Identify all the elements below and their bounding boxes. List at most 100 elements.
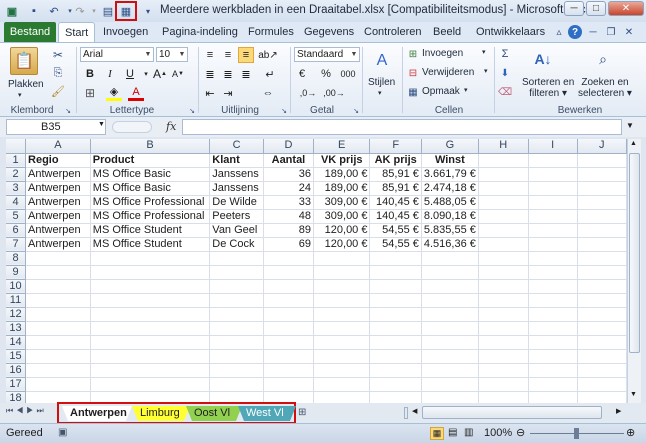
cell[interactable]: [25, 251, 91, 266]
column-header[interactable]: H: [478, 139, 529, 154]
cell[interactable]: [209, 363, 264, 378]
tab-file[interactable]: Bestand: [4, 22, 56, 42]
row-header[interactable]: 9: [6, 265, 27, 280]
cell[interactable]: [528, 391, 578, 403]
formula-input[interactable]: [182, 119, 622, 135]
page-break-view-icon[interactable]: ▥: [464, 427, 473, 438]
cell[interactable]: [528, 377, 578, 392]
cell[interactable]: [25, 363, 91, 378]
cell[interactable]: [528, 293, 578, 308]
cell[interactable]: [90, 265, 211, 280]
cell[interactable]: [528, 279, 578, 294]
cell[interactable]: [478, 377, 529, 392]
row-header[interactable]: 13: [6, 321, 27, 336]
name-box-dropdown-icon[interactable]: ▼: [98, 121, 105, 128]
undo-icon[interactable]: ↶: [46, 3, 62, 19]
row-header[interactable]: 3: [6, 181, 27, 196]
cell[interactable]: [209, 293, 264, 308]
new-sheet-icon[interactable]: ⊞: [298, 407, 306, 418]
cell[interactable]: [577, 279, 627, 294]
cell[interactable]: [577, 153, 627, 168]
cell[interactable]: [577, 363, 627, 378]
cell[interactable]: [263, 251, 314, 266]
cell[interactable]: [421, 307, 479, 322]
cell[interactable]: [478, 321, 529, 336]
insert-cells-button[interactable]: Invoegen: [422, 48, 463, 59]
borders-icon[interactable]: ⊞: [82, 85, 98, 101]
doc-minimize-icon[interactable]: ─: [586, 25, 600, 39]
cell[interactable]: [90, 335, 211, 350]
cell[interactable]: Antwerpen: [25, 237, 91, 252]
cell[interactable]: [577, 377, 627, 392]
cell[interactable]: 189,00 €: [313, 181, 371, 196]
cell[interactable]: 309,00 €: [313, 209, 371, 224]
find-select-button[interactable]: Zoeken en selecteren ▾: [578, 77, 632, 99]
name-box[interactable]: B35: [6, 119, 106, 135]
cell[interactable]: [478, 265, 529, 280]
cell[interactable]: [313, 279, 371, 294]
cell[interactable]: 24: [263, 181, 314, 196]
cell[interactable]: [528, 237, 578, 252]
cell[interactable]: [478, 181, 529, 196]
thousands-button[interactable]: 000: [338, 66, 358, 82]
decrease-indent-icon[interactable]: ⇤: [202, 85, 218, 101]
chevron-down-icon[interactable]: ▾: [484, 67, 488, 75]
styles-button[interactable]: Stijlen: [368, 77, 395, 88]
cell[interactable]: Antwerpen: [25, 209, 91, 224]
cell[interactable]: [313, 321, 371, 336]
zoom-slider-thumb[interactable]: [574, 428, 579, 439]
cell[interactable]: [528, 321, 578, 336]
cell[interactable]: [90, 377, 211, 392]
currency-button[interactable]: €: [294, 66, 310, 82]
row-header[interactable]: 1: [6, 153, 27, 168]
cell[interactable]: [577, 293, 627, 308]
cell[interactable]: Antwerpen: [25, 195, 91, 210]
chevron-down-icon[interactable]: ▾: [464, 86, 468, 94]
insert-function-button[interactable]: fx: [166, 120, 176, 133]
cell[interactable]: [313, 293, 371, 308]
column-header[interactable]: B: [90, 139, 211, 154]
cell[interactable]: [90, 251, 211, 266]
worksheet-grid[interactable]: ABCDEFGHIJ 1 Regio Product Klant Aantal VK pr…: [6, 139, 627, 403]
cell[interactable]: [478, 293, 529, 308]
cell[interactable]: MS Office Professional: [90, 209, 211, 224]
cell[interactable]: [369, 293, 422, 308]
tab-data[interactable]: Gegevens: [298, 22, 360, 42]
italic-button[interactable]: I: [102, 66, 118, 82]
row-header[interactable]: 11: [6, 293, 27, 308]
column-header[interactable]: J: [577, 139, 627, 154]
cell[interactable]: [25, 307, 91, 322]
font-size-select[interactable]: 10 ▼: [156, 47, 188, 62]
cell[interactable]: [313, 265, 371, 280]
normal-view-icon[interactable]: ▦: [430, 427, 444, 440]
cell[interactable]: [263, 321, 314, 336]
cell[interactable]: [313, 307, 371, 322]
row-header[interactable]: 14: [6, 335, 27, 350]
vertical-scroll-thumb[interactable]: [629, 153, 640, 353]
cell[interactable]: [478, 223, 529, 238]
cell[interactable]: [528, 251, 578, 266]
cell[interactable]: MS Office Basic: [90, 167, 211, 182]
cell[interactable]: AK prijs: [369, 153, 422, 168]
cell[interactable]: 4.516,36 €: [421, 237, 479, 252]
save-icon[interactable]: ▪: [26, 3, 42, 19]
row-header[interactable]: 5: [6, 209, 27, 224]
cell[interactable]: VK prijs: [313, 153, 371, 168]
cell[interactable]: Janssens: [209, 181, 264, 196]
cell[interactable]: MS Office Basic: [90, 181, 211, 196]
tab-splitter[interactable]: [404, 407, 408, 419]
cell[interactable]: [421, 335, 479, 350]
formula-splitter[interactable]: [112, 121, 152, 133]
cell[interactable]: [577, 349, 627, 364]
cell[interactable]: [369, 265, 422, 280]
cell[interactable]: [209, 335, 264, 350]
cell[interactable]: [209, 265, 264, 280]
cell[interactable]: Winst: [421, 153, 479, 168]
cell[interactable]: MS Office Student: [90, 223, 211, 238]
clear-icon[interactable]: ⌫: [498, 85, 512, 99]
cell[interactable]: 89: [263, 223, 314, 238]
cell[interactable]: [369, 251, 422, 266]
row-header[interactable]: 18: [6, 391, 27, 403]
cell[interactable]: [209, 307, 264, 322]
cell[interactable]: [25, 265, 91, 280]
